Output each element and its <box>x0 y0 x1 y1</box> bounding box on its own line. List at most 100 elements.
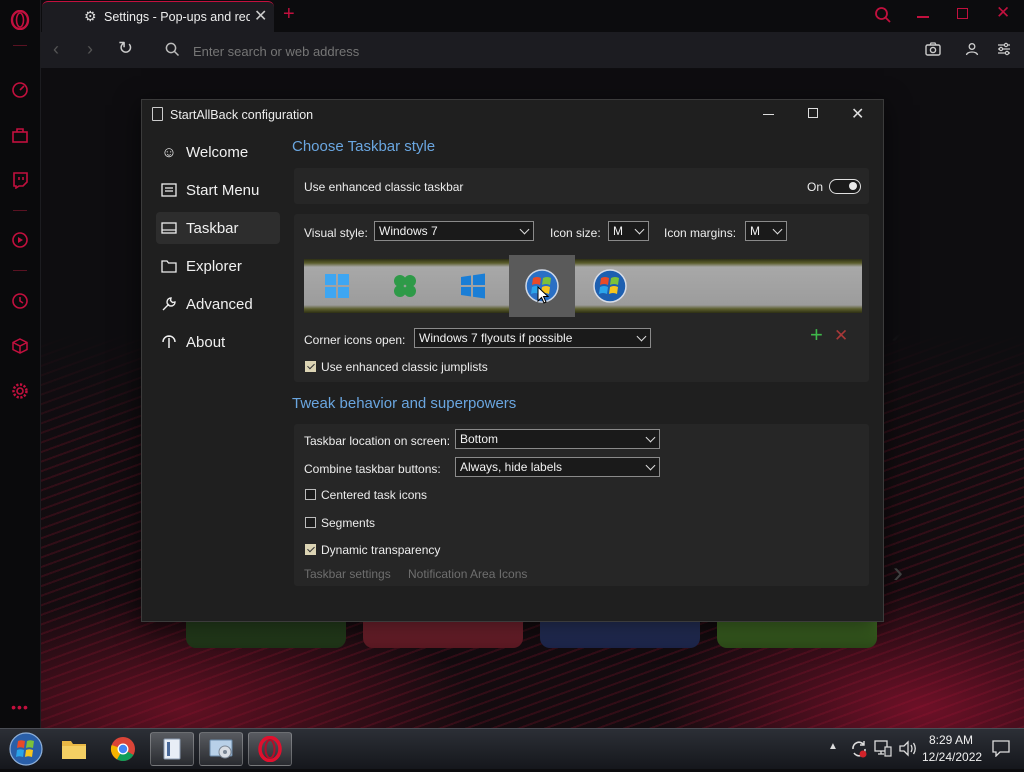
opera-logo-icon[interactable] <box>9 9 31 31</box>
icon-size-label: Icon size: <box>550 226 601 240</box>
windows-10-plus-style-icon[interactable] <box>392 273 418 304</box>
notification-icon[interactable] <box>992 740 1010 762</box>
network-icon[interactable] <box>874 740 892 762</box>
centered-icons-label: Centered task icons <box>321 488 428 502</box>
notification-area-icons-link[interactable]: Notification Area Icons <box>408 567 527 581</box>
file-explorer-icon[interactable] <box>52 732 96 766</box>
visual-style-label: Visual style: <box>304 226 368 240</box>
sidebar-divider <box>13 45 27 46</box>
style-options-panel: Visual style: Windows 7 Icon size: M Ico… <box>294 214 869 382</box>
nav-label: Advanced <box>186 295 253 313</box>
combine-buttons-label: Combine taskbar buttons: <box>304 462 441 476</box>
camera-icon[interactable] <box>925 42 941 61</box>
icon-margins-label: Icon margins: <box>664 226 737 240</box>
new-tab-icon[interactable]: + <box>283 3 295 26</box>
combine-buttons-dropdown[interactable]: Always, hide labels <box>455 457 660 477</box>
speed-dial-icon[interactable] <box>9 79 31 101</box>
taskbar-settings-link[interactable]: Taskbar settings <box>304 567 391 581</box>
taskbar-location-dropdown[interactable]: Bottom <box>455 429 660 449</box>
opera-taskbar-icon[interactable] <box>248 732 292 766</box>
history-icon[interactable] <box>9 290 31 312</box>
nav-about[interactable]: About <box>156 326 280 358</box>
chevron-down-icon <box>645 432 656 443</box>
speed-dial-tile[interactable] <box>717 618 877 648</box>
segments-checkbox[interactable] <box>305 517 316 528</box>
centered-icons-checkbox[interactable] <box>305 489 316 500</box>
next-arrow-icon[interactable]: › <box>893 556 903 590</box>
tweaks-panel: Taskbar location on screen: Bottom Combi… <box>294 424 869 586</box>
search-tabs-icon[interactable] <box>874 6 892 29</box>
nav-welcome[interactable]: ☺ Welcome <box>156 136 280 168</box>
nav-label: About <box>186 333 226 351</box>
clock-time[interactable]: 8:29 AM <box>929 733 973 747</box>
windows-vista-style-icon[interactable] <box>593 269 627 308</box>
nav-explorer[interactable]: Explorer <box>156 250 280 282</box>
toggle-state-label: On <box>807 180 824 194</box>
sidebar-divider <box>13 210 27 211</box>
restore-icon[interactable] <box>957 8 968 19</box>
visual-style-dropdown[interactable]: Windows 7 <box>374 221 534 241</box>
icon-size-dropdown[interactable]: M <box>608 221 649 241</box>
nav-taskbar[interactable]: Taskbar <box>156 212 280 244</box>
minimize-icon[interactable] <box>763 114 774 115</box>
profile-icon[interactable] <box>965 42 979 61</box>
clock-date[interactable]: 12/24/2022 <box>922 750 982 764</box>
corner-icons-dropdown[interactable]: Windows 7 flyouts if possible <box>414 328 651 348</box>
startallback-dialog: StartAllBack configuration ✕ ☺ Welcome S… <box>141 99 884 622</box>
windows-taskbar: ▲ 8:29 AM 12/24/2022 <box>0 728 1024 769</box>
nav-label: Start Menu <box>186 181 260 199</box>
close-icon[interactable]: ✕ <box>851 104 864 124</box>
dynamic-transparency-checkbox[interactable] <box>305 544 316 555</box>
taskbar-icon <box>156 222 182 234</box>
speed-dial-tile[interactable] <box>186 618 346 648</box>
volume-icon[interactable] <box>898 740 918 762</box>
more-options-icon[interactable]: ••• <box>9 696 31 718</box>
windows-11-style-icon[interactable] <box>324 273 350 304</box>
player-icon[interactable] <box>9 229 31 251</box>
add-icon[interactable]: + <box>810 324 823 346</box>
back-icon[interactable]: ‹ <box>53 39 59 60</box>
jumplists-checkbox[interactable] <box>305 361 316 372</box>
remove-icon[interactable]: ✕ <box>834 326 848 346</box>
easy-setup-icon[interactable] <box>996 41 1012 62</box>
address-bar: ‹ › ↻ <box>41 32 1024 68</box>
about-icon <box>156 335 182 349</box>
corner-icons-label: Corner icons open: <box>304 333 406 347</box>
forward-icon[interactable]: › <box>87 39 93 60</box>
twitch-icon[interactable] <box>9 169 31 191</box>
address-input[interactable] <box>191 40 795 62</box>
close-window-icon[interactable]: ✕ <box>996 3 1010 23</box>
close-tab-icon[interactable]: ✕ <box>254 6 267 26</box>
nav-start-menu[interactable]: Start Menu <box>156 174 280 206</box>
gear-icon: ⚙ <box>84 8 97 24</box>
control-panel-icon[interactable] <box>199 732 243 766</box>
windows-10-style-icon[interactable] <box>460 273 486 304</box>
nav-label: Taskbar <box>186 219 239 237</box>
nav-advanced[interactable]: Advanced <box>156 288 280 320</box>
folder-icon <box>156 259 182 273</box>
tab-settings[interactable]: ⚙ Settings - Pop-ups and red ✕ <box>42 1 274 32</box>
enhanced-taskbar-toggle[interactable] <box>829 179 861 194</box>
speed-dial-tile[interactable] <box>540 618 700 648</box>
speed-dial-tile[interactable] <box>363 618 523 648</box>
sync-icon[interactable] <box>849 739 869 764</box>
shopping-icon[interactable] <box>9 124 31 146</box>
settings-gear-icon[interactable] <box>9 380 31 402</box>
chrome-icon[interactable] <box>101 732 145 766</box>
reload-icon[interactable]: ↻ <box>118 38 133 59</box>
maximize-icon[interactable] <box>808 108 818 118</box>
jumplists-label: Use enhanced classic jumplists <box>321 360 488 374</box>
startallback-taskbar-icon[interactable] <box>150 732 194 766</box>
show-hidden-icons-icon[interactable]: ▲ <box>828 741 838 752</box>
chevron-down-icon <box>772 224 783 235</box>
search-icon <box>165 42 180 62</box>
mouse-cursor-icon <box>537 285 550 309</box>
section-title-tweaks: Tweak behavior and superpowers <box>292 395 517 412</box>
dialog-title: StartAllBack configuration <box>170 108 314 122</box>
icon-margins-dropdown[interactable]: M <box>745 221 787 241</box>
minimize-icon[interactable] <box>917 16 929 18</box>
chevron-down-icon <box>636 331 647 342</box>
extensions-icon[interactable] <box>9 335 31 357</box>
start-orb-icon[interactable] <box>8 731 44 772</box>
taskbar-style-preview <box>304 255 862 317</box>
